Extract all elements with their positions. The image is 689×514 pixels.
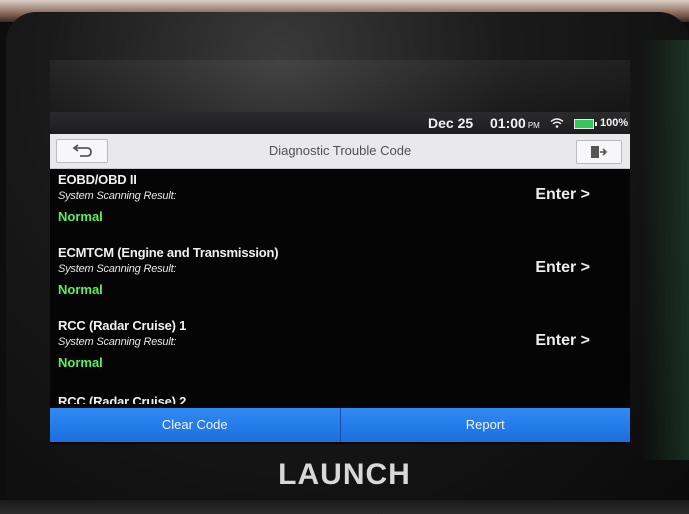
back-arrow-icon [72, 144, 92, 157]
exit-button[interactable] [576, 140, 622, 164]
bottom-action-bar: Clear Code Report [50, 408, 630, 442]
system-name: EOBD/OBD II [58, 172, 137, 187]
status-time-value: 01:00 [490, 115, 526, 131]
status-ampm: PM [527, 121, 540, 130]
report-button[interactable]: Report [341, 408, 631, 442]
status-time: 01:00 PM [490, 115, 540, 131]
battery-percent: 100% [600, 117, 629, 129]
status-bar: Dec 25 01:00 PM 100% [50, 112, 630, 134]
page-title: Diagnostic Trouble Code [268, 143, 412, 158]
list-item: ECMTCM (Engine and Transmission) System … [50, 241, 630, 313]
wifi-icon [550, 118, 564, 128]
enter-button[interactable]: Enter > [535, 259, 590, 277]
screen-glare [50, 60, 630, 115]
scan-status: Normal [58, 209, 103, 224]
system-name: RCC (Radar Cruise) 2 [58, 394, 187, 404]
exit-door-icon [591, 146, 608, 158]
system-name: RCC (Radar Cruise) 1 [58, 318, 187, 333]
clear-code-button[interactable]: Clear Code [50, 408, 340, 442]
list-item: RCC (Radar Cruise) 1 System Scanning Res… [50, 314, 630, 386]
scan-status: Normal [58, 282, 103, 297]
bezel-reflection [642, 40, 689, 460]
scan-result-label: System Scanning Result: [58, 336, 177, 348]
device-bottom-edge [0, 500, 689, 514]
brand-logo: LAUNCH [278, 458, 411, 491]
system-list: EOBD/OBD II System Scanning Result: Norm… [50, 168, 630, 404]
enter-button[interactable]: Enter > [535, 186, 590, 204]
device-screen: Dec 25 01:00 PM 100% Diagnostic Trouble C… [50, 112, 630, 444]
enter-button[interactable]: Enter > [535, 332, 590, 350]
title-bar: Diagnostic Trouble Code [50, 134, 630, 169]
list-item: EOBD/OBD II System Scanning Result: Norm… [50, 168, 630, 240]
scan-result-label: System Scanning Result: [58, 190, 177, 202]
system-name: ECMTCM (Engine and Transmission) [58, 245, 279, 260]
list-item: RCC (Radar Cruise) 2 [50, 394, 630, 404]
status-date: Dec 25 [428, 115, 474, 131]
scan-status: Normal [58, 355, 103, 370]
scan-result-label: System Scanning Result: [58, 263, 177, 275]
battery-icon [574, 119, 597, 129]
back-button[interactable] [56, 139, 108, 163]
